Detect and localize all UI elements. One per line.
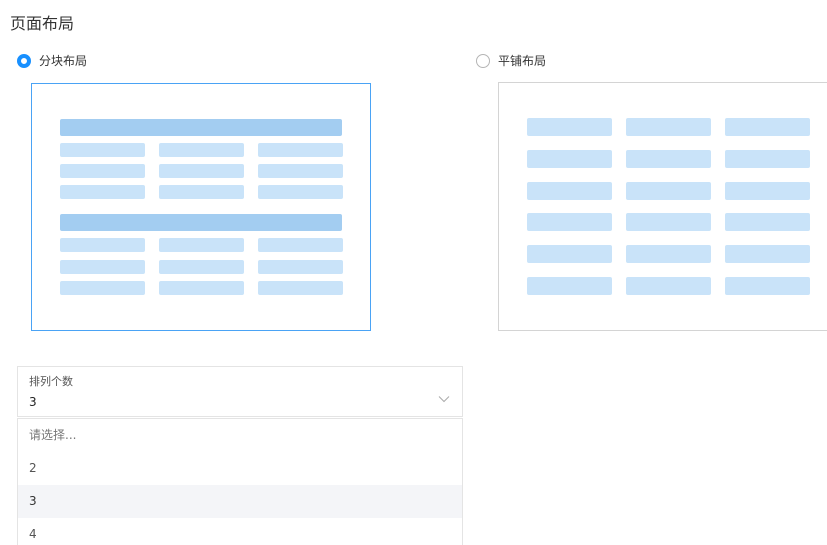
- preview-cell: [159, 281, 244, 295]
- preview-cell: [60, 185, 145, 199]
- preview-cell: [159, 238, 244, 252]
- radio-block-layout-label: 分块布局: [39, 54, 88, 68]
- columns-select-label: 排列个数: [29, 375, 73, 388]
- preview-cell: [60, 260, 145, 274]
- columns-select[interactable]: 排列个数 3: [17, 366, 463, 417]
- preview-cell: [159, 164, 244, 178]
- preview-cell: [527, 150, 612, 168]
- preview-cell: [725, 213, 810, 231]
- preview-cell: [527, 182, 612, 200]
- preview-cell: [60, 143, 145, 157]
- dropdown-option-placeholder[interactable]: 请选择...: [18, 419, 462, 452]
- preview-cell: [159, 185, 244, 199]
- dropdown-option-3[interactable]: 3: [18, 485, 462, 518]
- dropdown-option-2[interactable]: 2: [18, 452, 462, 485]
- columns-select-value: 3: [29, 395, 37, 409]
- preview-section-header: [60, 214, 342, 231]
- tile-layout-preview[interactable]: [498, 82, 827, 331]
- preview-cell: [60, 281, 145, 295]
- preview-cell: [626, 245, 711, 263]
- chevron-down-icon[interactable]: [438, 395, 450, 403]
- preview-cell: [527, 213, 612, 231]
- radio-block-layout[interactable]: 分块布局: [17, 52, 87, 69]
- preview-cell: [725, 182, 810, 200]
- preview-cell: [626, 150, 711, 168]
- columns-dropdown: 请选择... 2 3 4: [17, 418, 463, 545]
- preview-cell: [258, 238, 343, 252]
- page-title: 页面布局: [10, 14, 75, 33]
- radio-tile-layout-label: 平铺布局: [498, 54, 547, 68]
- preview-cell: [258, 281, 343, 295]
- preview-cell: [626, 118, 711, 136]
- preview-cell: [159, 143, 244, 157]
- preview-cell: [60, 238, 145, 252]
- preview-cell: [725, 118, 810, 136]
- radio-tile-layout[interactable]: 平铺布局: [476, 52, 546, 69]
- preview-cell: [60, 164, 145, 178]
- preview-cell: [527, 245, 612, 263]
- preview-cell: [258, 260, 343, 274]
- preview-cell: [626, 213, 711, 231]
- preview-cell: [725, 150, 810, 168]
- preview-cell: [159, 260, 244, 274]
- preview-cell: [626, 277, 711, 295]
- preview-cell: [258, 143, 343, 157]
- preview-cell: [725, 277, 810, 295]
- radio-checked-icon[interactable]: [17, 53, 31, 68]
- radio-unchecked-icon[interactable]: [476, 53, 490, 68]
- preview-cell: [258, 164, 343, 178]
- preview-cell: [527, 277, 612, 295]
- preview-cell: [527, 118, 612, 136]
- dropdown-option-4[interactable]: 4: [18, 518, 462, 545]
- preview-cell: [258, 185, 343, 199]
- preview-cell: [725, 245, 810, 263]
- block-layout-preview[interactable]: [31, 83, 371, 331]
- preview-section-header: [60, 119, 342, 136]
- preview-cell: [626, 182, 711, 200]
